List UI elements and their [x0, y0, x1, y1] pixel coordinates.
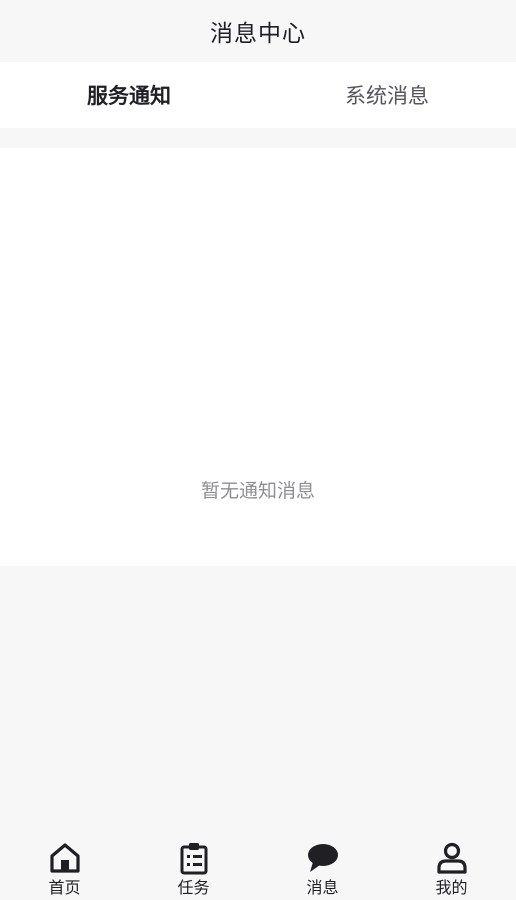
tab-system-messages[interactable]: 系统消息 — [258, 62, 516, 128]
empty-state-text: 暂无通知消息 — [200, 480, 315, 502]
message-list: 暂无通知消息 — [0, 148, 516, 566]
tab-service-notifications[interactable]: 服务通知 — [0, 62, 258, 128]
bottom-tab-bar: 首页 任务 消息 我的 — [0, 832, 516, 900]
tabbar-label-profile: 我的 — [435, 878, 468, 897]
tabbar-label-home: 首页 — [48, 878, 81, 897]
page-title: 消息中心 — [210, 21, 306, 47]
user-icon — [435, 841, 469, 875]
tabbar-label-messages: 消息 — [306, 878, 339, 897]
tabbar-label-tasks: 任务 — [177, 878, 210, 897]
tabbar-item-messages[interactable]: 消息 — [258, 832, 387, 900]
tabbar-item-home[interactable]: 首页 — [0, 832, 129, 900]
message-tabs: 服务通知 系统消息 — [0, 62, 516, 128]
clipboard-list-icon — [177, 841, 211, 875]
tabbar-item-profile[interactable]: 我的 — [387, 832, 516, 900]
tabbar-item-tasks[interactable]: 任务 — [129, 832, 258, 900]
chat-bubble-icon — [306, 841, 340, 875]
app-screen: 消息中心 服务通知 系统消息 暂无通知消息 首页 任务 消息 我的 — [0, 0, 516, 900]
navigation-bar: 消息中心 — [0, 0, 516, 62]
home-icon — [48, 841, 82, 875]
